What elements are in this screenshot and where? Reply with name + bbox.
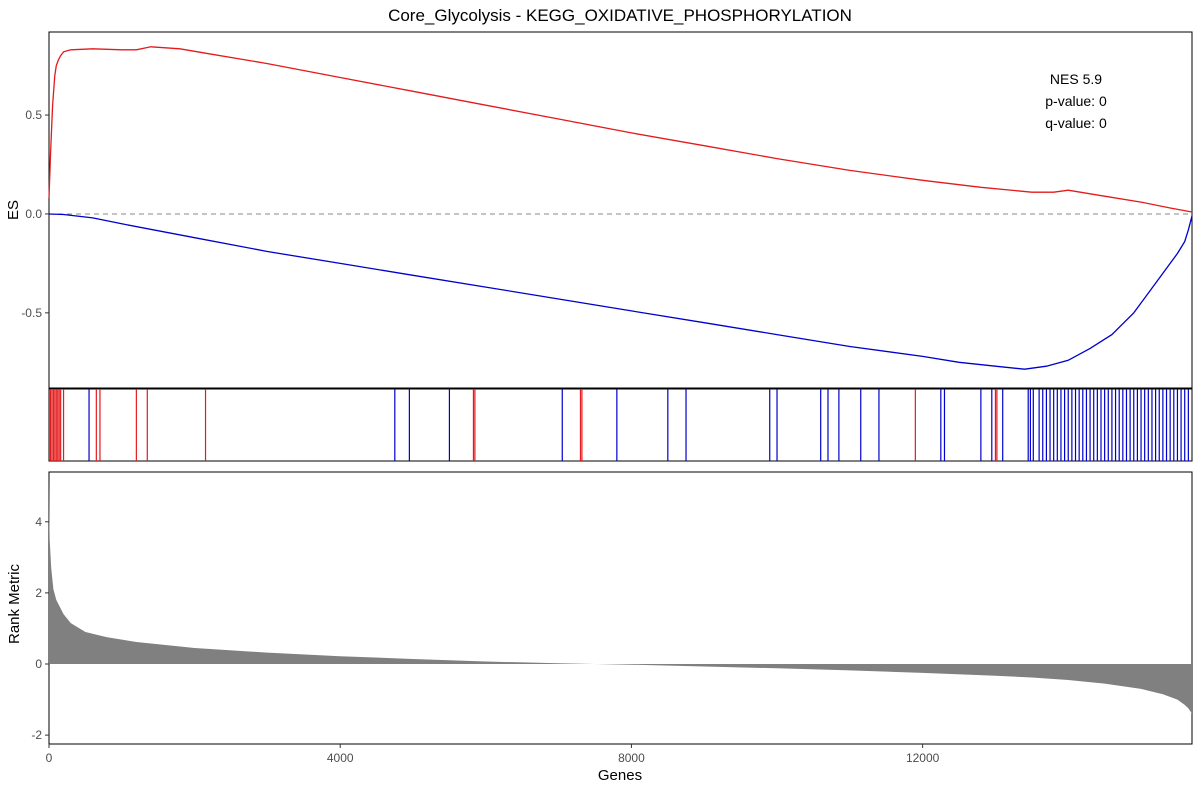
rank-y-ticks: 4 2 0 -2 — [31, 515, 49, 742]
x-tick-label: 12000 — [906, 751, 940, 765]
es-series-line-2 — [48, 213, 1193, 370]
es-y-tick-label: 0.0 — [25, 207, 42, 221]
rank-y-tick-label: 4 — [35, 515, 42, 529]
es-panel-border — [48, 31, 1193, 389]
hit-panel — [48, 388, 1193, 462]
es-series — [48, 46, 1193, 370]
x-axis-label: Genes — [598, 767, 642, 784]
es-y-ticks: 0.5 0.0 -0.5 — [21, 108, 49, 320]
es-series-line-1 — [48, 46, 1193, 213]
nes-text: NES 5.9 — [1050, 71, 1102, 87]
hit-marks — [49, 389, 1189, 461]
x-tick-label: 8000 — [618, 751, 645, 765]
rank-panel: 4 2 0 -2 Rank Metric — [6, 471, 1193, 745]
hit-panel-border — [48, 388, 1193, 462]
rank-y-tick-label: 2 — [35, 586, 42, 600]
rank-panel-border — [48, 471, 1193, 745]
rank-y-tick-label: 0 — [35, 657, 42, 671]
x-tick-label: 0 — [46, 751, 53, 765]
stats-annotation: NES 5.9 p-value: 0 q-value: 0 — [1045, 71, 1107, 131]
x-tick-label: 4000 — [327, 751, 354, 765]
p-value-text: p-value: 0 — [1045, 93, 1107, 109]
es-y-axis-label: ES — [5, 200, 22, 220]
es-panel: 0.5 0.0 -0.5 ES NES 5.9 p-value: 0 q-value… — [5, 31, 1193, 389]
x-axis: 0 4000 8000 12000 — [46, 744, 940, 765]
q-value-text: q-value: 0 — [1045, 115, 1107, 131]
rank-metric-area — [49, 475, 1192, 714]
es-y-tick-label: 0.5 — [25, 108, 42, 122]
rank-y-axis-label: Rank Metric — [6, 563, 23, 644]
es-y-tick-label: -0.5 — [21, 306, 42, 320]
rank-y-tick-label: -2 — [31, 728, 42, 742]
gsea-chart: 0.5 0.0 -0.5 ES NES 5.9 p-value: 0 q-value… — [5, 31, 1193, 784]
